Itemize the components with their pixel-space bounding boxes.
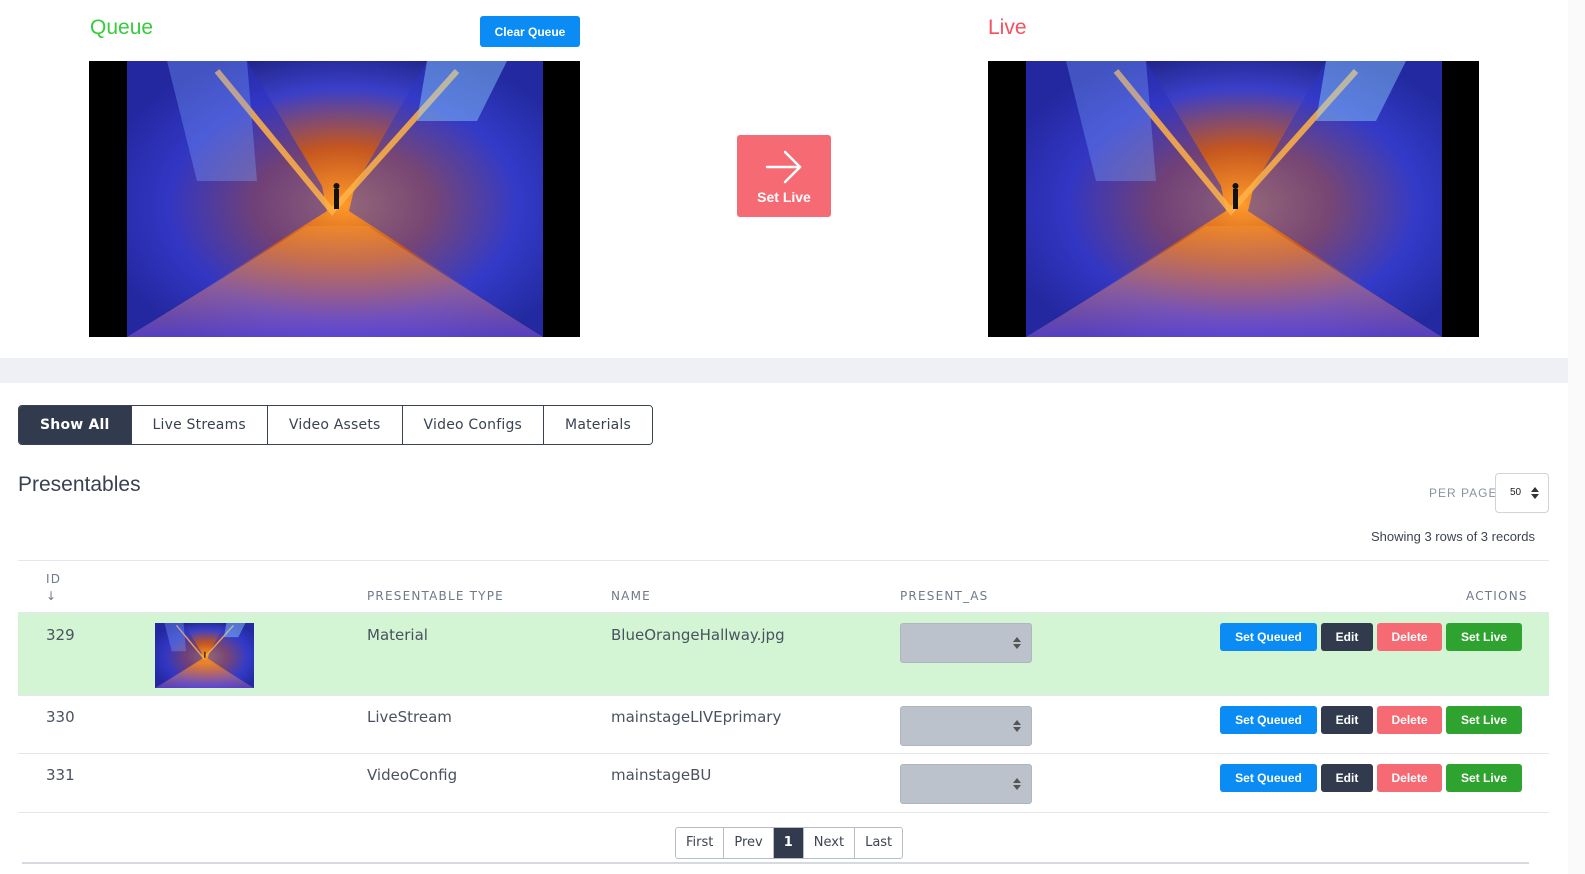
table-row: 330 LiveStream mainstageLIVEprimary Set … [18,696,1549,754]
tab-materials[interactable]: Materials [544,406,653,444]
filter-tabs: Show All Live Streams Video Assets Video… [18,405,654,445]
page-next[interactable]: Next [803,828,856,858]
presentables-table: ID ↓ PRESENTABLE TYPE NAME PRESENT_AS AC… [18,560,1549,813]
page-last[interactable]: Last [855,828,903,858]
delete-button[interactable]: Delete [1377,764,1442,792]
row-id: 331 [46,766,75,784]
per-page-label: PER PAGE [1429,486,1498,500]
pagination: First Prev 1 Next Last [675,827,904,859]
row-name: BlueOrangeHallway.jpg [611,626,785,644]
table-row: 329 Material BlueOrangeHallway.jpg Set Q… [18,613,1549,696]
queue-title: Queue [90,16,154,39]
set-live-button[interactable]: Set Live [1446,706,1522,734]
row-type: LiveStream [367,708,452,726]
sort-caret-icon [1013,778,1021,790]
records-count: Showing 3 rows of 3 records [1370,529,1535,544]
table-row: 331 VideoConfig mainstageBU Set Queued E… [18,754,1549,813]
column-present-as: PRESENT_AS [900,589,989,603]
page-first[interactable]: First [676,828,725,858]
live-preview-image [988,61,1479,337]
set-queued-button[interactable]: Set Queued [1220,706,1317,734]
present-as-select[interactable] [900,764,1032,804]
sort-caret-icon [1013,637,1021,649]
window-scrollbar[interactable] [1568,0,1585,874]
set-live-main-button[interactable]: Set Live [737,135,831,217]
live-title: Live [988,16,1027,39]
row-type: Material [367,626,428,644]
column-id[interactable]: ID [46,572,61,586]
section-divider [0,358,1568,383]
row-type: VideoConfig [367,766,458,784]
per-page-select[interactable]: 50 [1495,473,1549,513]
tab-live-streams[interactable]: Live Streams [131,406,268,444]
arrow-right-icon [765,150,802,184]
tab-show-all[interactable]: Show All [19,406,132,444]
set-live-button[interactable]: Set Live [1446,764,1522,792]
clear-queue-button[interactable]: Clear Queue [480,16,580,47]
edit-button[interactable]: Edit [1321,706,1373,734]
delete-button[interactable]: Delete [1377,706,1442,734]
row-thumbnail [155,623,254,688]
table-header: ID ↓ PRESENTABLE TYPE NAME PRESENT_AS AC… [18,561,1549,613]
page-prev[interactable]: Prev [724,828,774,858]
edit-button[interactable]: Edit [1321,623,1373,651]
column-actions: ACTIONS [1466,589,1528,603]
delete-button[interactable]: Delete [1377,623,1442,651]
set-live-button[interactable]: Set Live [1446,623,1522,651]
row-name: mainstageLIVEprimary [611,708,782,726]
row-name: mainstageBU [611,766,712,784]
present-as-select[interactable] [900,623,1032,663]
per-page-value: 50 [1510,487,1522,498]
tab-video-configs[interactable]: Video Configs [402,406,545,444]
arrow-down-icon[interactable]: ↓ [46,589,57,603]
preview-panel: Queue Clear Queue Set Live Live [0,0,1568,358]
footer-divider [22,862,1529,864]
present-as-select[interactable] [900,706,1032,746]
set-queued-button[interactable]: Set Queued [1220,623,1317,651]
column-presentable-type: PRESENTABLE TYPE [367,589,504,603]
queue-preview-image [89,61,580,337]
set-queued-button[interactable]: Set Queued [1220,764,1317,792]
edit-button[interactable]: Edit [1321,764,1373,792]
page-current[interactable]: 1 [773,828,804,858]
sort-caret-icon [1013,720,1021,732]
column-name: NAME [611,589,651,603]
row-id: 330 [46,708,75,726]
set-live-main-label: Set Live [757,189,811,205]
presentables-title: Presentables [18,473,141,496]
tab-video-assets[interactable]: Video Assets [267,406,403,444]
row-id: 329 [46,626,75,644]
sort-caret-icon [1531,487,1539,499]
